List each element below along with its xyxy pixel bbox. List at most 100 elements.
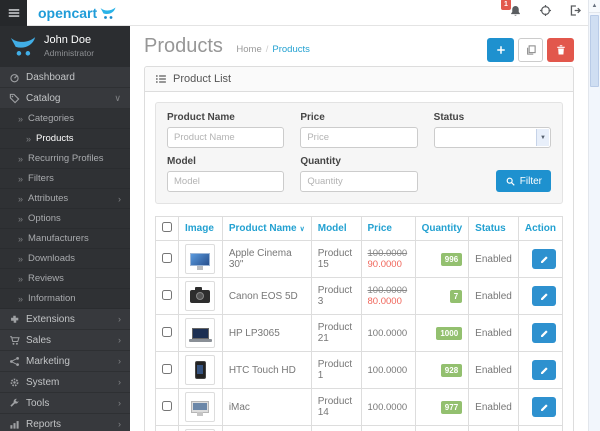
breadcrumb-home[interactable]: Home xyxy=(236,44,261,55)
sidebar-subitem[interactable]: » Attributes › xyxy=(0,189,130,209)
page-scrollbar[interactable]: ▲ xyxy=(588,0,600,431)
column-header-quantity[interactable]: Quantity xyxy=(414,216,470,241)
filter-button[interactable]: Filter xyxy=(495,170,551,192)
row-checkbox[interactable] xyxy=(162,289,172,300)
sidebar-item-reports[interactable]: Reports › xyxy=(0,414,130,431)
status-select[interactable]: ▼ xyxy=(433,127,551,148)
copy-product-button[interactable] xyxy=(518,38,543,62)
product-name-cell: Canon EOS 5D xyxy=(221,277,312,315)
logout-button[interactable] xyxy=(569,4,582,22)
sidebar-item-dashboard[interactable]: Dashboard xyxy=(0,67,130,88)
alerts-button[interactable]: 1 xyxy=(501,0,522,23)
sidebar-subitem[interactable]: » Filters xyxy=(0,169,130,189)
table-row: iPhone product 11 101.0000 970 Enabled xyxy=(155,425,564,431)
sidebar-subitem-label: Filters xyxy=(28,173,54,184)
price-special: 80.0000 xyxy=(367,296,402,307)
storefront-button[interactable] xyxy=(539,4,552,22)
product-name-label: Product Name xyxy=(167,112,235,123)
sidebar-item-system[interactable]: System › xyxy=(0,372,130,393)
chevron-right-icon: › xyxy=(118,377,121,387)
edit-button[interactable] xyxy=(532,286,556,306)
sidebar-subitem[interactable]: » Products xyxy=(0,129,130,149)
sidebar-item-sales[interactable]: Sales › xyxy=(0,330,130,351)
quantity-label: Quantity xyxy=(300,156,341,167)
sidebar-item-label: Reports xyxy=(26,418,62,430)
submenu-arrow-icon: » xyxy=(26,133,32,144)
sidebar-item-label: System xyxy=(26,376,60,388)
product-thumbnail xyxy=(185,355,216,385)
logout-icon xyxy=(570,5,581,16)
storefront-icon xyxy=(539,4,552,17)
sidebar-item-marketing[interactable]: Marketing › xyxy=(0,351,130,372)
sidebar-item-extensions[interactable]: Extensions › xyxy=(0,309,130,330)
sidebar-item-label: Sales xyxy=(26,334,52,346)
model-input[interactable] xyxy=(167,171,285,192)
sidebar-subitem[interactable]: » Information xyxy=(0,289,130,309)
pencil-icon xyxy=(540,255,548,263)
column-header-status[interactable]: Status xyxy=(468,216,519,241)
row-checkbox[interactable] xyxy=(162,363,172,374)
sidebar-subitem[interactable]: » Categories xyxy=(0,109,130,129)
sidebar-subitem-label: Reviews xyxy=(28,273,64,284)
edit-button[interactable] xyxy=(532,323,556,343)
quantity-badge: 1000 xyxy=(436,326,463,340)
column-header-product-name[interactable]: Product Name ∨ xyxy=(221,216,312,241)
edit-button[interactable] xyxy=(532,249,556,269)
sidebar-item-label: Marketing xyxy=(26,355,70,367)
product-model-cell: Product 3 xyxy=(310,277,362,315)
sidebar-subitem[interactable]: » Options xyxy=(0,209,130,229)
product-image xyxy=(190,252,211,270)
product-name-cell: Apple Cinema 30" xyxy=(221,240,312,278)
column-header-model[interactable]: Model xyxy=(310,216,362,241)
row-checkbox[interactable] xyxy=(162,326,172,337)
wrench-icon xyxy=(10,398,19,407)
price-old: 100.0000 xyxy=(367,248,408,259)
sidebar-subitem[interactable]: » Reviews xyxy=(0,269,130,289)
logo-text: opencart xyxy=(38,5,98,21)
quantity-input[interactable] xyxy=(300,171,418,192)
submenu-arrow-icon: » xyxy=(18,273,24,284)
bar-chart-icon xyxy=(10,420,19,429)
edit-button[interactable] xyxy=(532,397,556,417)
scroll-up-button[interactable]: ▲ xyxy=(589,0,600,13)
product-name-cell: iMac xyxy=(221,388,312,426)
product-model-cell: product 11 xyxy=(310,425,362,431)
tag-icon xyxy=(9,93,20,103)
menu-toggle-button[interactable] xyxy=(0,0,27,26)
delete-product-button[interactable] xyxy=(547,38,574,62)
breadcrumb-current[interactable]: Products xyxy=(272,44,310,55)
product-thumbnail xyxy=(185,244,216,274)
sidebar-item-tools[interactable]: Tools › xyxy=(0,393,130,414)
column-header-image: Image xyxy=(178,216,223,241)
row-checkbox[interactable] xyxy=(162,252,172,263)
sidebar-subitem-label: Downloads xyxy=(28,253,76,264)
chevron-right-icon: › xyxy=(118,398,121,408)
chevron-down-icon: ∨ xyxy=(114,92,121,103)
product-name-input[interactable] xyxy=(167,127,285,148)
bell-icon xyxy=(511,5,520,16)
sidebar-subitem[interactable]: » Manufacturers xyxy=(0,229,130,249)
sidebar-subitem[interactable]: » Recurring Profiles xyxy=(0,149,130,169)
submenu-arrow-icon: » xyxy=(18,213,24,224)
row-checkbox[interactable] xyxy=(162,400,172,411)
model-label: Model xyxy=(167,156,196,167)
product-name-cell: HTC Touch HD xyxy=(221,351,312,389)
price-input[interactable] xyxy=(300,127,418,148)
sidebar-item-catalog[interactable]: Catalog ∨ xyxy=(0,88,130,109)
price-old: 100.0000 xyxy=(367,285,408,296)
user-profile[interactable]: John Doe Administrator xyxy=(0,26,130,67)
chevron-right-icon: › xyxy=(118,356,121,366)
add-product-button[interactable] xyxy=(487,38,514,62)
sidebar-subitem-label: Manufacturers xyxy=(28,233,89,244)
submenu-arrow-icon: » xyxy=(18,293,24,304)
sidebar-subitem[interactable]: » Downloads xyxy=(0,249,130,269)
column-header-price[interactable]: Price xyxy=(360,216,416,241)
opencart-logo[interactable]: opencart xyxy=(38,5,116,21)
header-action-buttons xyxy=(487,38,574,62)
pencil-icon xyxy=(540,403,548,411)
product-status-cell: Enabled xyxy=(468,388,519,426)
select-all-checkbox[interactable] xyxy=(162,222,172,232)
scrollbar-thumb[interactable] xyxy=(590,15,599,87)
edit-button[interactable] xyxy=(532,360,556,380)
product-price-cell: 101.0000 xyxy=(360,425,416,431)
